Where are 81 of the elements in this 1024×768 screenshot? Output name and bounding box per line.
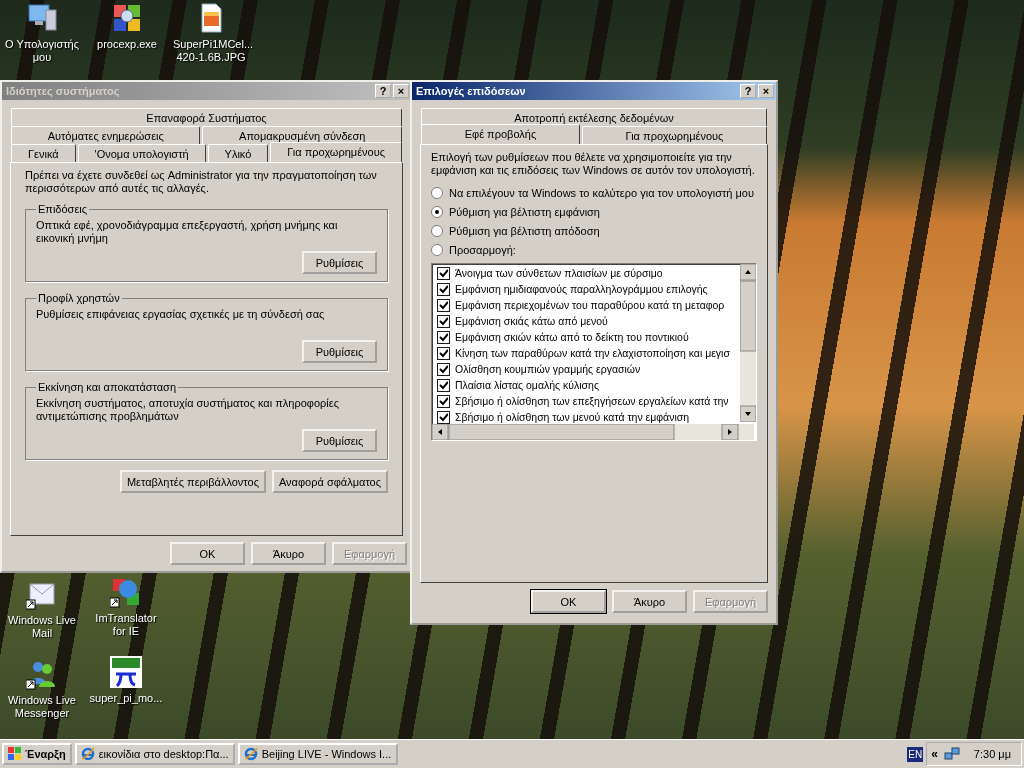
radio-label[interactable]: Ρύθμιση για βέλτιστη εμφάνιση [449,205,600,218]
checkbox-label[interactable]: Άνοιγμα των σύνθετων πλαισίων με σύρσιμο [455,267,663,279]
window-title: Επιλογές επιδόσεων [416,85,526,97]
settings-button[interactable]: Ρυθμίσεις [302,340,377,363]
tab[interactable]: Επαναφορά Συστήματος [11,108,402,126]
taskbar-button[interactable]: εικονίδια στο desktop:Πα... [74,743,235,765]
group-description: Ρυθμίσεις επιφάνειας εργασίας σχετικές με τη σύνδεσή σας [36,308,326,322]
dialog-button[interactable]: OK [531,590,606,613]
language-indicator[interactable]: EN [907,746,924,762]
windows-logo-icon [8,747,22,761]
group-title: Επιδόσεις [37,203,89,215]
settings-button[interactable]: Ρυθμίσεις [302,429,377,452]
dialog-button[interactable]: OK [170,542,245,565]
dialog-button[interactable]: Άκυρο [612,590,687,613]
checkbox[interactable] [437,282,450,296]
icon-label[interactable]: Windows Live Messenger [4,694,80,720]
taskbar-button[interactable]: Beijing LIVE - Windows I... [237,743,398,765]
radio-button[interactable] [431,224,443,237]
tab[interactable]: Απομακρυσμένη σύνδεση [202,126,402,144]
icon-label[interactable]: super_pi_mo... [88,692,164,705]
help-button[interactable]: ? [375,84,391,98]
checkbox[interactable] [437,314,450,328]
checkbox[interactable] [437,410,450,424]
checkbox-label[interactable]: Εμφάνιση ημιδιαφανούς παραλληλογράμμου επιλογής [455,283,708,295]
intro-text: Πρέπει να έχετε συνδεθεί ως Administrator για την πραγματοποίηση των περισσότερων από αυτές τις αλλαγές. [25,169,378,195]
group-title: Εκκίνηση και αποκατάσταση [37,381,177,393]
tab[interactable]: Εφέ προβολής [421,124,580,144]
tab[interactable]: Για προχωρημένους [270,142,402,162]
globe-icon [110,576,142,608]
pi-logo-icon [110,656,142,688]
checkbox-label[interactable]: Πλαίσια λίστας ομαλής κύλισης [455,379,599,391]
checkbox[interactable] [437,330,450,344]
browser-icon [243,747,258,761]
radio-label[interactable]: Να επιλέγουν τα Windows το καλύτερο για τον υπολογιστή μου [449,186,754,199]
group-description: Εκκίνηση συστήματος, αποτυχία συστήματος και πληροφορίες αντιμετώπισης προβλημάτων [36,397,340,423]
checkbox[interactable] [437,266,450,280]
checkbox-label[interactable]: Σβήσιμο ή ολίσθηση των μενού κατά την εμφάνιση [455,411,690,423]
start-button[interactable]: Έναρξη [2,743,72,765]
clock: 7:30 μμ [973,748,1011,760]
checkbox[interactable] [437,298,450,312]
icon-label[interactable]: Windows Live Mail [4,614,80,640]
settings-button[interactable]: Ρυθμίσεις [302,251,377,274]
show-hidden-icons-button[interactable]: « [931,747,938,761]
checkbox[interactable] [437,346,450,360]
icon-label[interactable]: Ο Υπολογιστής μου [4,38,80,64]
group-description: Οπτικά εφέ, χρονοδιάγραμμα επεξεργαστή, χρήση μνήμης και εικονική μνήμη [36,219,339,245]
icon-label[interactable]: procexp.exe [89,38,165,51]
action-button[interactable]: Μεταβλητές περιβάλλοντος [119,470,266,493]
tab[interactable]: Υλικό [207,144,269,162]
checkbox[interactable] [437,362,450,376]
dialog-button[interactable]: Άκυρο [251,542,326,565]
radio-button[interactable] [431,243,443,256]
checkbox-label[interactable]: Κίνηση των παραθύρων κατά την ελαχιστοποίηση και μεγισ [455,347,730,359]
intro-text: Επιλογή των ρυθμίσεων που θέλετε να χρησιμοποιείτε για την εμφάνιση και τις επιδόσεις των Windows σε αυτόν τον υπολογιστή. [431,151,756,177]
checkbox[interactable] [437,378,450,392]
checkbox-label[interactable]: Εμφάνιση σκιών κάτω από το δείκτη του ποντικιού [455,331,689,343]
checkbox-label[interactable]: Ολίσθηση κουμπιών γραμμής εργασιών [455,363,641,375]
action-button[interactable]: Αναφορά σφάλματος [272,470,388,493]
close-button[interactable]: × [758,84,774,98]
radio-label[interactable]: Προσαρμογή: [449,243,516,256]
close-button[interactable]: × [393,84,409,98]
tab[interactable]: Αποτροπή εκτέλεσης δεδομένων [421,108,767,126]
checkbox-label[interactable]: Εμφάνιση περιεχομένων του παραθύρου κατά τη μεταφορ [455,299,725,311]
radio-label[interactable]: Ρύθμιση για βέλτιστη απόδοση [449,224,600,237]
window-title: Ιδιότητες συστήματος [6,85,120,97]
radio-button[interactable] [431,186,443,199]
icon-label[interactable]: ImTranslator for IE [88,612,164,638]
network-icon [943,747,960,761]
browser-icon [80,747,95,761]
tab[interactable]: Αυτόματες ενημερώσεις [11,126,201,144]
checkbox-label[interactable]: Σβήσιμο ή ολίσθηση των επεξηγήσεων εργαλείων κατά την [455,395,729,407]
group-title: Προφίλ χρηστών [37,292,121,304]
radio-button[interactable] [431,205,443,218]
help-button[interactable]: ? [740,84,756,98]
checkbox-label[interactable]: Εμφάνιση σκιάς κάτω από μενού [455,315,608,327]
tab[interactable]: Γενικά [11,144,76,162]
tab[interactable]: Για προχωρημένους [581,126,767,144]
program-icon [111,2,143,34]
checkbox[interactable] [437,394,450,408]
tab[interactable]: 'Ονομα υπολογιστή [77,144,206,162]
computer-icon [26,2,58,34]
